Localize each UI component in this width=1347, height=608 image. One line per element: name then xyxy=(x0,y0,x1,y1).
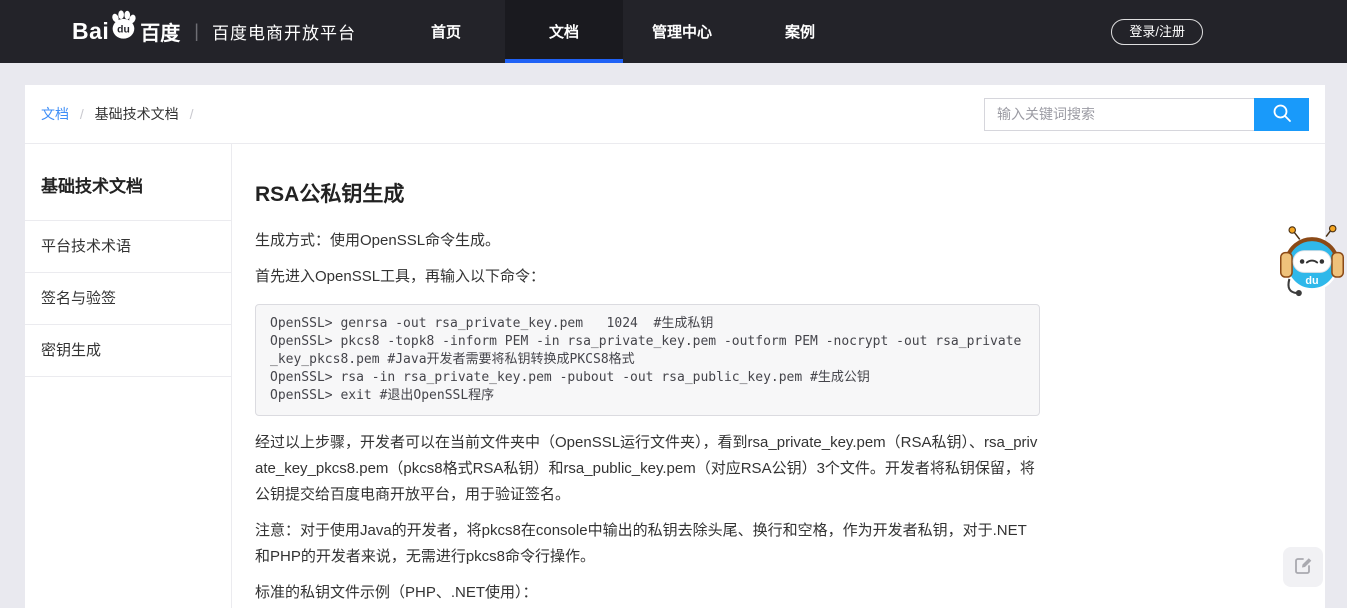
breadcrumb-separator: / xyxy=(80,106,84,122)
breadcrumb-link-docs[interactable]: 文档 xyxy=(41,106,69,122)
sidebar: 基础技术文档 平台技术术语签名与验签密钥生成 xyxy=(25,144,232,608)
paragraph-generation-method: 生成方式：使用OpenSSL命令生成。 xyxy=(255,228,1040,254)
sidebar-item[interactable]: 密钥生成 xyxy=(25,325,231,377)
edit-icon xyxy=(1293,555,1314,579)
breadcrumb-separator: / xyxy=(190,106,194,122)
feedback-button[interactable] xyxy=(1283,547,1323,587)
site-name: 百度电商开放平台 xyxy=(212,19,356,44)
search-input[interactable] xyxy=(984,98,1254,131)
page-background: 文档 / 基础技术文档 / 基础技术文 xyxy=(0,63,1347,608)
code-block-openssl-commands[interactable]: OpenSSL> genrsa -out rsa_private_key.pem… xyxy=(255,304,1040,416)
article: RSA公私钥生成 生成方式：使用OpenSSL命令生成。 首先进入OpenSSL… xyxy=(232,144,1040,608)
main-nav: 首页文档管理中心案例 xyxy=(387,0,859,63)
sidebar-item[interactable]: 平台技术术语 xyxy=(25,221,231,273)
logo-divider: | xyxy=(194,21,199,42)
content-card: 文档 / 基础技术文档 / 基础技术文 xyxy=(25,85,1325,608)
page-title: RSA公私钥生成 xyxy=(255,178,1040,208)
paragraph-java-note: 注意：对于使用Java的开发者，将pkcs8在console中输出的私钥去除头尾… xyxy=(255,518,1040,570)
search-icon xyxy=(1271,102,1293,127)
code-line: OpenSSL> rsa -in rsa_private_key.pem -pu… xyxy=(270,369,1025,387)
code-line: OpenSSL> exit #退出OpenSSL程序 xyxy=(270,387,1025,405)
breadcrumb-current: 基础技术文档 xyxy=(95,106,179,122)
logo-text-bai: Bai xyxy=(72,18,109,45)
paragraph-result-files: 经过以上步骤，开发者可以在当前文件夹中（OpenSSL运行文件夹），看到rsa_… xyxy=(255,430,1040,508)
mascot-du-label: du xyxy=(1305,275,1318,287)
paragraph-example-intro: 标准的私钥文件示例（PHP、.NET使用）： xyxy=(255,580,1040,606)
sidebar-title: 基础技术文档 xyxy=(25,144,231,221)
sidebar-menu: 平台技术术语签名与验签密钥生成 xyxy=(25,221,231,377)
breadcrumb: 文档 / 基础技术文档 / xyxy=(41,104,200,124)
code-line: OpenSSL> genrsa -out rsa_private_key.pem… xyxy=(270,315,1025,333)
nav-item[interactable]: 文档 xyxy=(505,0,623,63)
paragraph-openssl-intro: 首先进入OpenSSL工具，再输入以下命令： xyxy=(255,264,1040,290)
top-navbar: Bai du 百度 | 百度电商开放平台 首页文档管理中心案例 登录/注册 xyxy=(0,0,1347,63)
login-register-button[interactable]: 登录/注册 xyxy=(1111,19,1203,45)
sidebar-item[interactable]: 签名与验签 xyxy=(25,273,231,325)
nav-item[interactable]: 案例 xyxy=(741,0,859,63)
nav-item[interactable]: 首页 xyxy=(387,0,505,63)
code-line: OpenSSL> pkcs8 -topk8 -inform PEM -in rs… xyxy=(270,333,1025,369)
search-box xyxy=(984,98,1309,131)
breadcrumb-row: 文档 / 基础技术文档 / xyxy=(25,85,1325,144)
nav-item[interactable]: 管理中心 xyxy=(623,0,741,63)
search-button[interactable] xyxy=(1254,98,1309,131)
svg-text:du: du xyxy=(117,25,130,36)
body-row: 基础技术文档 平台技术术语签名与验签密钥生成 RSA公私钥生成 生成方式：使用O… xyxy=(25,144,1325,608)
logo-text-baidu-cn: 百度 xyxy=(140,17,180,46)
baidu-logo[interactable]: Bai du 百度 | 百度电商开放平台 xyxy=(72,0,356,63)
baidu-paw-icon: du xyxy=(107,9,139,46)
du-mascot-robot[interactable]: du xyxy=(1280,224,1344,300)
